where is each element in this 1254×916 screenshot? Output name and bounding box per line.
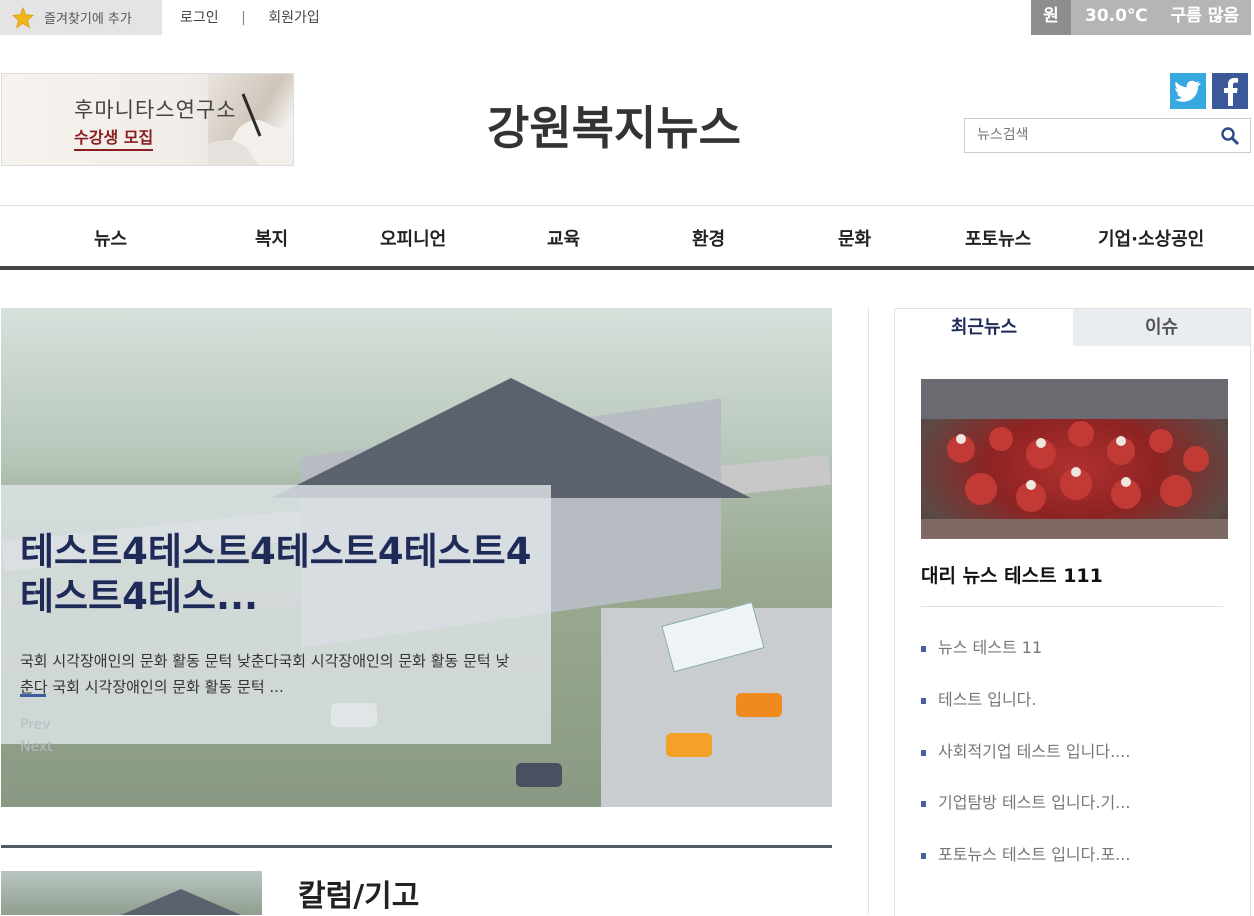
list-item[interactable]: 사회적기업 테스트 입니다.... bbox=[921, 738, 1130, 762]
ad-banner[interactable]: 후마니타스연구소 수강생 모집 bbox=[1, 73, 294, 166]
nav-item-culture[interactable]: 문화 bbox=[838, 225, 871, 251]
twitter-icon[interactable] bbox=[1170, 73, 1206, 109]
nav-item-welfare[interactable]: 복지 bbox=[255, 225, 288, 251]
column-thumbnail[interactable] bbox=[1, 871, 262, 915]
login-link[interactable]: 로그인 bbox=[180, 7, 219, 27]
nav-item-news[interactable]: 뉴스 bbox=[94, 225, 127, 251]
nav-item-photo-news[interactable]: 포토뉴스 bbox=[965, 225, 1031, 251]
bullet-icon bbox=[921, 749, 926, 756]
column-divider bbox=[868, 308, 869, 915]
slide-title[interactable]: 테스트4테스트4테스트4테스트4테스트4테스... bbox=[20, 529, 540, 619]
bookmark-button[interactable]: 즐겨찾기에 추가 bbox=[0, 0, 162, 35]
nav-item-business[interactable]: 기업·소상공인 bbox=[1098, 225, 1204, 251]
slide-roof bbox=[271, 378, 751, 498]
section-divider bbox=[1, 845, 832, 848]
slide-caption: 테스트4테스트4테스트4테스트4테스트4테스... 국회 시각장애인의 문화 활… bbox=[1, 485, 551, 755]
slide-description: 국회 시각장애인의 문화 활동 문턱 낮춘다국회 시각장애인의 문화 활동 문턱… bbox=[20, 652, 510, 696]
featured-photo[interactable] bbox=[921, 379, 1228, 539]
site-logo[interactable]: 강원복지뉴스 bbox=[487, 92, 741, 158]
weather-city: 원주 bbox=[1031, 0, 1071, 59]
search-icon[interactable] bbox=[1220, 126, 1240, 146]
weather-temp: 30.0℃ bbox=[1085, 6, 1148, 26]
bullet-icon bbox=[921, 800, 926, 807]
nav-item-education[interactable]: 교육 bbox=[547, 225, 580, 251]
prev-button[interactable]: Prev bbox=[20, 717, 51, 733]
slide-indicator bbox=[20, 694, 46, 697]
list-item-label: 테스트 입니다. bbox=[938, 690, 1037, 709]
list-item-label: 포토뉴스 테스트 입니다.포... bbox=[938, 845, 1131, 864]
list-item[interactable]: 테스트 입니다. bbox=[921, 686, 1037, 710]
account-links: 로그인 | 회원가입 bbox=[180, 7, 320, 27]
link-separator: | bbox=[241, 10, 246, 26]
featured-title[interactable]: 대리 뉴스 테스트 111 bbox=[921, 561, 1103, 588]
slide-car bbox=[516, 763, 562, 787]
banner-subtitle: 수강생 모집 bbox=[74, 124, 154, 151]
search-input[interactable] bbox=[975, 126, 1209, 144]
list-item[interactable]: 기업탐방 테스트 입니다.기... bbox=[921, 789, 1130, 813]
weather-info: 30.0℃ 구름 많음 bbox=[1071, 0, 1251, 35]
column-section-title[interactable]: 칼럼/기고 bbox=[298, 871, 419, 915]
list-item-label: 사회적기업 테스트 입니다.... bbox=[938, 742, 1131, 761]
slide-car bbox=[666, 733, 712, 757]
bullet-icon bbox=[921, 645, 926, 652]
featured-divider bbox=[921, 606, 1223, 607]
signup-link[interactable]: 회원가입 bbox=[268, 7, 320, 27]
news-search bbox=[964, 118, 1251, 153]
list-item-label: 기업탐방 테스트 입니다.기... bbox=[938, 793, 1131, 812]
main-nav: 뉴스 복지 오피니언 교육 환경 문화 포토뉴스 기업·소상공인 bbox=[0, 205, 1254, 270]
list-item[interactable]: 포토뉴스 테스트 입니다.포... bbox=[921, 841, 1130, 865]
nav-item-environment[interactable]: 환경 bbox=[692, 225, 725, 251]
tab-issue[interactable]: 이슈 bbox=[1073, 309, 1250, 346]
list-item[interactable]: 뉴스 테스트 11 bbox=[921, 634, 1042, 658]
banner-title: 후마니타스연구소 bbox=[74, 98, 237, 122]
star-icon bbox=[12, 6, 34, 28]
news-panel: 최근뉴스 이슈 대리 뉴스 테스트 111 뉴스 테스트 11 테스트 입니다.… bbox=[894, 308, 1251, 916]
bookmark-label: 즐겨찾기에 추가 bbox=[44, 12, 132, 27]
bullet-icon bbox=[921, 852, 926, 859]
bullet-icon bbox=[921, 697, 926, 704]
next-button[interactable]: Next bbox=[20, 739, 53, 755]
list-item-label: 뉴스 테스트 11 bbox=[938, 638, 1043, 657]
weather-condition: 구름 많음 bbox=[1170, 6, 1239, 26]
nav-item-opinion[interactable]: 오피니언 bbox=[380, 225, 446, 251]
social-links bbox=[1170, 73, 1248, 109]
slide-car bbox=[736, 693, 782, 717]
facebook-icon[interactable] bbox=[1212, 73, 1248, 109]
headline-slider[interactable]: 테스트4테스트4테스트4테스트4테스트4테스... 국회 시각장애인의 문화 활… bbox=[1, 308, 832, 807]
tab-recent-news[interactable]: 최근뉴스 bbox=[895, 309, 1073, 346]
weather-widget: 원주 30.0℃ 구름 많음 bbox=[1031, 0, 1251, 59]
